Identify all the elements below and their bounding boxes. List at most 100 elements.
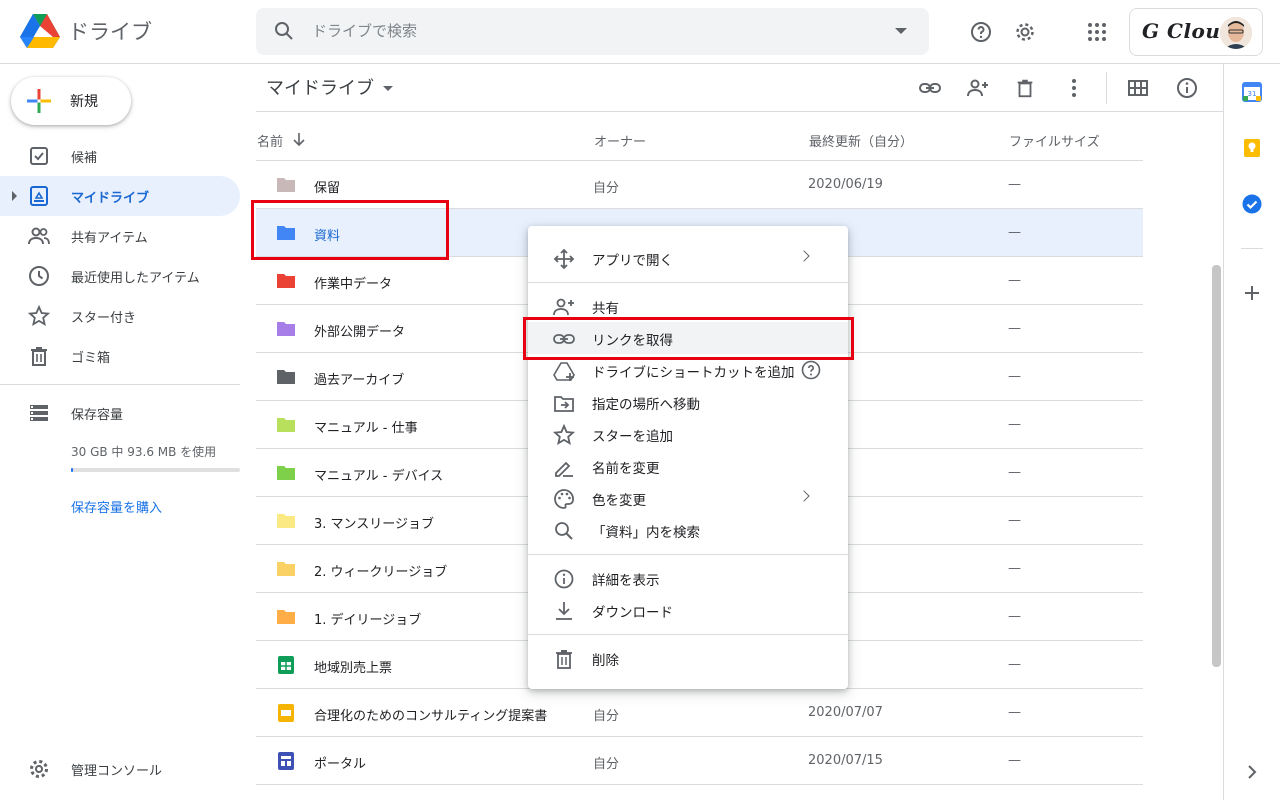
folder-icon (277, 562, 295, 576)
sidebar-item-suggested[interactable]: 候補 (0, 136, 240, 176)
file-name: 2. ウィークリージョブ (314, 565, 448, 580)
menu-item-get-link[interactable]: リンクを取得 (528, 322, 848, 354)
file-size: — (1008, 177, 1021, 192)
person-add-icon (553, 298, 574, 316)
submenu-chevron-icon (798, 250, 810, 262)
move-arrows-icon (553, 248, 575, 270)
help-circle-icon[interactable] (801, 360, 821, 380)
grid-view-icon[interactable] (1124, 74, 1152, 102)
avatar[interactable] (1220, 17, 1252, 49)
menu-item-label: 指定の場所へ移動 (592, 397, 700, 413)
clock-icon (29, 266, 49, 286)
file-name: 保留 (314, 181, 341, 196)
apps-grid-icon[interactable] (1081, 16, 1113, 48)
toolbar-divider (256, 111, 1223, 112)
help-icon[interactable] (965, 16, 997, 48)
search-input[interactable] (312, 18, 872, 44)
search-bar[interactable] (256, 8, 929, 55)
menu-item-search-within[interactable]: 「資料」内を検索 (528, 514, 848, 546)
file-modified: 2020/06/19 (808, 177, 883, 192)
menu-item-label: 詳細を表示 (592, 573, 660, 589)
menu-item-view-details[interactable]: 詳細を表示 (528, 562, 848, 594)
sort-arrow-down-icon[interactable] (291, 131, 307, 147)
file-size: — (1008, 369, 1021, 384)
column-header-owner[interactable]: オーナー (594, 131, 646, 150)
file-size: — (1008, 465, 1021, 480)
search-icon[interactable] (272, 19, 296, 43)
table-row[interactable]: ポータル 自分 2020/07/15 — (256, 737, 1143, 785)
menu-item-share[interactable]: 共有 (528, 290, 848, 322)
menu-item-label: リンクを取得 (592, 333, 673, 349)
expand-triangle-icon[interactable] (12, 191, 17, 201)
column-header-modified[interactable]: 最終更新（自分） (809, 131, 913, 150)
delete-trash-icon[interactable] (1011, 74, 1039, 102)
sidebar-item-trash[interactable]: ゴミ箱 (0, 336, 240, 376)
table-row[interactable]: 合理化のためのコンサルティング提案書 自分 2020/07/07 — (256, 689, 1143, 737)
new-button[interactable]: 新規 (11, 77, 131, 125)
drive-logo-icon[interactable] (20, 12, 60, 48)
location-title[interactable]: マイドライブ (266, 74, 374, 100)
file-size: — (1008, 273, 1021, 288)
menu-item-rename[interactable]: 名前を変更 (528, 450, 848, 482)
admin-gear-icon (30, 760, 48, 778)
keep-bulb-icon[interactable] (1241, 137, 1263, 159)
slides-icon (278, 704, 294, 722)
sidebar-item-recent[interactable]: 最近使用したアイテム (0, 256, 240, 296)
column-header-size[interactable]: ファイルサイズ (1009, 131, 1100, 150)
expand-panel-chevron-right-icon[interactable] (1241, 761, 1263, 783)
menu-item-label: アプリで開く (592, 253, 673, 269)
sidebar-item-label: 管理コンソール (71, 764, 163, 779)
menu-item-label: スターを追加 (592, 429, 673, 445)
info-icon[interactable] (1173, 74, 1201, 102)
sidebar-item-shared[interactable]: 共有アイテム (0, 216, 240, 256)
menu-item-label: ドライブにショートカットを追加 (592, 365, 795, 381)
menu-item-add-star[interactable]: スターを追加 (528, 418, 848, 450)
rail-divider (1241, 248, 1263, 249)
share-person-add-icon[interactable] (964, 74, 992, 102)
storage-progress-fill (71, 468, 73, 472)
folder-icon (277, 226, 295, 240)
get-link-icon[interactable] (916, 74, 944, 102)
people-icon (28, 227, 50, 245)
sidebar-item-my-drive[interactable]: マイドライブ (0, 176, 240, 216)
table-row[interactable]: 保留 自分 2020/06/19 — (256, 161, 1143, 209)
file-name: 3. マンスリージョブ (314, 517, 435, 532)
add-addon-plus-icon[interactable] (1241, 282, 1263, 304)
context-menu: アプリで開く 共有 リンクを取得 ドライブにショートカットを追加 指定の場所へ移… (528, 226, 848, 689)
account-button[interactable]: G Cloud (1129, 8, 1263, 56)
file-name: 1. デイリージョブ (314, 613, 422, 628)
menu-item-label: 色を変更 (592, 493, 646, 509)
calendar-icon[interactable]: 31 (1241, 81, 1263, 103)
menu-item-download[interactable]: ダウンロード (528, 594, 848, 626)
settings-gear-icon[interactable] (1009, 16, 1041, 48)
storage-usage-text: 30 GB 中 93.6 MB を使用 (71, 445, 217, 459)
column-header-name[interactable]: 名前 (257, 131, 305, 150)
sidebar-item-admin-console[interactable]: 管理コンソール (0, 749, 240, 789)
location-dropdown-icon[interactable] (383, 86, 393, 91)
buy-storage-link[interactable]: 保存容量を購入 (71, 497, 162, 516)
menu-item-move-to[interactable]: 指定の場所へ移動 (528, 386, 848, 418)
file-name: 資料 (314, 229, 341, 244)
menu-separator (528, 282, 848, 283)
sidebar-item-label: 共有アイテム (71, 231, 148, 246)
file-size: — (1008, 321, 1021, 336)
sidebar-item-storage[interactable]: 保存容量 (0, 393, 240, 433)
sidebar-item-starred[interactable]: スター付き (0, 296, 240, 336)
menu-item-label: ダウンロード (592, 605, 673, 621)
spreadsheet-icon (278, 656, 294, 674)
star-icon (27, 304, 51, 327)
sidebar-item-label: ゴミ箱 (71, 351, 111, 366)
more-vertical-icon[interactable] (1060, 74, 1088, 102)
storage-progress-bar (71, 468, 240, 472)
menu-item-add-shortcut[interactable]: ドライブにショートカットを追加 (528, 354, 848, 386)
file-name: マニュアル - デバイス (314, 469, 444, 484)
folder-move-icon (554, 396, 574, 412)
menu-item-delete[interactable]: 削除 (528, 642, 848, 674)
search-icon (555, 522, 573, 540)
search-options-chevron-icon[interactable] (895, 28, 907, 34)
menu-item-change-color[interactable]: 色を変更 (528, 482, 848, 514)
scrollbar[interactable] (1212, 265, 1221, 667)
sidebar-item-label: スター付き (71, 311, 137, 326)
menu-item-open-with[interactable]: アプリで開く (528, 242, 848, 274)
tasks-check-icon[interactable] (1241, 193, 1263, 215)
